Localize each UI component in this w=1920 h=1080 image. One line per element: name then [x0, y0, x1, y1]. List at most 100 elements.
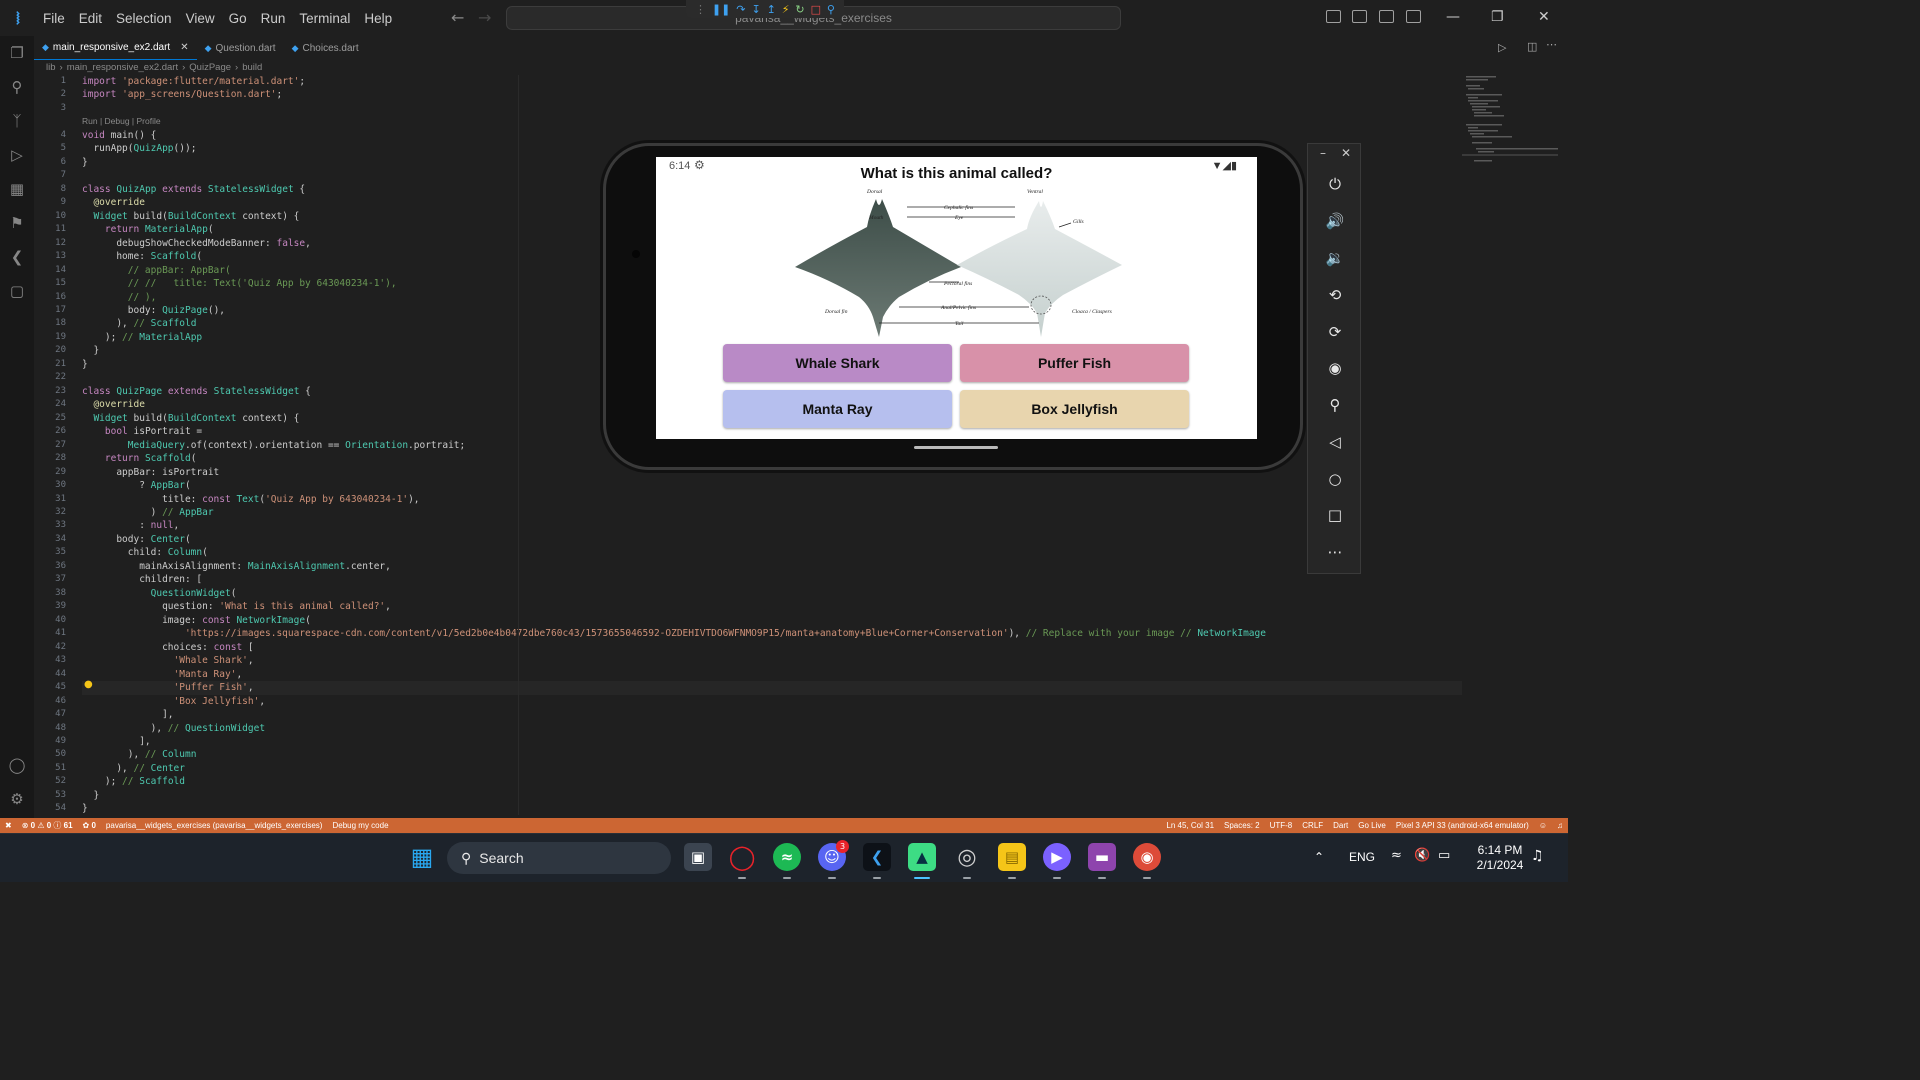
code-line[interactable]: 'Box Jellyfish', — [82, 695, 1462, 708]
code-line[interactable]: ? AppBar( — [82, 479, 1462, 492]
remote-explorer-icon[interactable]: ▢ — [8, 282, 26, 300]
step-over-icon[interactable]: ↷ — [736, 3, 745, 16]
tab-main-responsive[interactable]: ◆ main_responsive_ex2.dart ✕ — [34, 36, 197, 60]
choice-box-jellyfish-button[interactable]: Box Jellyfish — [960, 390, 1189, 428]
explorer-icon[interactable]: ❐ — [8, 44, 26, 62]
notification-bell-icon[interactable]: ♫ — [1531, 848, 1544, 864]
rotate-left-icon[interactable]: ⟲ — [1308, 280, 1362, 310]
customize-layout-icon[interactable] — [1406, 10, 1421, 23]
language-indicator[interactable]: ENG — [1349, 850, 1375, 864]
code-line[interactable]: image: const NetworkImage( — [82, 614, 1462, 627]
back-arrow-icon[interactable]: ← — [451, 8, 464, 27]
code-line[interactable]: ), // QuestionWidget — [82, 722, 1462, 735]
power-icon[interactable]: ⏻ — [1308, 169, 1362, 199]
encoding-indicator[interactable]: UTF-8 — [1265, 821, 1298, 830]
indent-indicator[interactable]: Spaces: 2 — [1219, 821, 1265, 830]
project-indicator[interactable]: pavarisa__widgets_exercises (pavarisa__w… — [101, 821, 328, 830]
toggle-panel-icon[interactable] — [1352, 10, 1367, 23]
code-line[interactable] — [82, 102, 1462, 115]
more-dots-icon[interactable]: ⋯ — [1308, 537, 1362, 567]
emulator-minimize-icon[interactable]: – — [1320, 146, 1326, 160]
account-icon[interactable]: ◯ — [8, 756, 26, 774]
code-line[interactable]: } — [82, 802, 1462, 815]
code-line[interactable]: 'Manta Ray', — [82, 668, 1462, 681]
more-actions-icon[interactable]: ⋯ — [1546, 38, 1557, 51]
restore-icon[interactable]: ❐ — [1491, 9, 1504, 25]
menu-item-view[interactable]: View — [179, 11, 222, 26]
hot-reload-icon[interactable]: ⚡ — [782, 3, 790, 16]
forward-arrow-icon[interactable]: → — [478, 8, 491, 27]
minimize-icon[interactable]: — — [1446, 9, 1460, 25]
rotate-right-icon[interactable]: ⟳ — [1308, 317, 1362, 347]
cursor-position[interactable]: Ln 45, Col 31 — [1161, 821, 1219, 830]
flutter-icon[interactable]: ❮ — [8, 248, 26, 266]
gesture-home-bar[interactable] — [914, 446, 998, 449]
menu-item-run[interactable]: Run — [254, 11, 293, 26]
breadcrumb-item[interactable]: QuizPage — [189, 62, 231, 73]
pause-icon[interactable]: ❚❚ — [712, 3, 730, 16]
volume-up-icon[interactable]: 🔊 — [1308, 206, 1362, 236]
back-triangle-icon[interactable]: ◁ — [1308, 427, 1362, 457]
menu-item-file[interactable]: File — [36, 11, 72, 26]
file-explorer-icon[interactable]: ▤ — [998, 843, 1026, 871]
camera-icon[interactable]: ◉ — [1308, 353, 1362, 383]
extensions-icon[interactable]: ▦ — [8, 180, 26, 198]
eol-indicator[interactable]: CRLF — [1297, 821, 1328, 830]
drag-handle-icon[interactable]: ⋮ — [695, 3, 706, 16]
code-line[interactable]: ); // Scaffold — [82, 775, 1462, 788]
problems-indicator[interactable]: ⊗ 0 ⚠ 0 ⓘ 61 — [17, 820, 78, 831]
code-line[interactable]: ), // Center — [82, 762, 1462, 775]
code-line[interactable]: ], — [82, 735, 1462, 748]
taskbar-search[interactable]: ⚲ Search — [447, 842, 671, 874]
manage-gear-icon[interactable]: ⚙ — [8, 790, 26, 808]
menu-item-selection[interactable]: Selection — [109, 11, 179, 26]
notifications-bell-icon[interactable]: ♫ — [1552, 821, 1568, 830]
stop-icon[interactable]: □ — [811, 3, 821, 16]
device-indicator[interactable]: Pixel 3 API 33 (android-x64 emulator) — [1391, 821, 1534, 830]
chrome-icon[interactable]: ◉ — [1133, 843, 1161, 871]
code-line[interactable]: child: Column( — [82, 546, 1462, 559]
code-line[interactable]: 'Puffer Fish', — [82, 681, 1462, 695]
code-line[interactable]: children: [ — [82, 573, 1462, 586]
code-line[interactable]: import 'package:flutter/material.dart'; — [82, 75, 1462, 88]
menu-item-terminal[interactable]: Terminal — [292, 11, 357, 26]
code-line[interactable]: ) // AppBar — [82, 506, 1462, 519]
code-line[interactable]: ), // Column — [82, 748, 1462, 761]
task-view-icon[interactable]: ▣ — [684, 843, 712, 871]
taskbar-clock[interactable]: 6:14 PM 2/1/2024 — [1472, 843, 1528, 873]
source-control-icon[interactable]: ᛉ — [8, 112, 26, 130]
overview-square-icon[interactable]: □ — [1308, 500, 1362, 530]
toggle-primary-sidebar-icon[interactable] — [1326, 10, 1341, 23]
tab-question[interactable]: ◆ Question.dart — [197, 36, 284, 60]
code-line[interactable]: QuestionWidget( — [82, 587, 1462, 600]
volume-down-icon[interactable]: 🔉 — [1308, 243, 1362, 273]
code-line[interactable]: 'Whale Shark', — [82, 654, 1462, 667]
android-studio-icon[interactable]: ▲ — [908, 843, 936, 871]
choice-puffer-fish-button[interactable]: Puffer Fish — [960, 344, 1189, 382]
choice-whale-shark-button[interactable]: Whale Shark — [723, 344, 952, 382]
close-window-icon[interactable]: ✕ — [1538, 9, 1550, 25]
tab-choices[interactable]: ◆ Choices.dart — [284, 36, 367, 60]
split-editor-icon[interactable]: ◫ — [1527, 40, 1537, 53]
code-line[interactable]: body: Center( — [82, 533, 1462, 546]
breadcrumb-item[interactable]: build — [242, 62, 262, 73]
code-line[interactable]: choices: const [ — [82, 641, 1462, 654]
code-line[interactable]: ], — [82, 708, 1462, 721]
home-circle-icon[interactable]: ○ — [1308, 464, 1362, 494]
phone-screen[interactable]: 6:14 ⚙ ▼◢▮ What is this animal called? D… — [656, 157, 1257, 439]
run-debug-icon[interactable]: ▷ — [8, 146, 26, 164]
obs-icon[interactable]: ◎ — [953, 843, 981, 871]
code-line[interactable]: 'https://images.squarespace-cdn.com/cont… — [82, 627, 1462, 640]
wifi-icon[interactable]: ≈ — [1391, 848, 1402, 863]
zoom-icon[interactable]: ⚲ — [1308, 390, 1362, 420]
menu-item-help[interactable]: Help — [357, 11, 399, 26]
code-line[interactable]: } — [82, 789, 1462, 802]
menu-item-edit[interactable]: Edit — [72, 11, 109, 26]
minimap[interactable] — [1462, 72, 1558, 172]
show-hidden-icons-chevron-up-icon[interactable]: ⌃ — [1314, 850, 1324, 864]
inspect-icon[interactable]: ⚲ — [827, 3, 835, 16]
code-line[interactable]: mainAxisAlignment: MainAxisAlignment.cen… — [82, 560, 1462, 573]
opera-icon[interactable]: ◯ — [728, 843, 756, 871]
debug-mode-indicator[interactable]: Debug my code — [327, 821, 393, 830]
go-live-button[interactable]: Go Live — [1353, 821, 1391, 830]
